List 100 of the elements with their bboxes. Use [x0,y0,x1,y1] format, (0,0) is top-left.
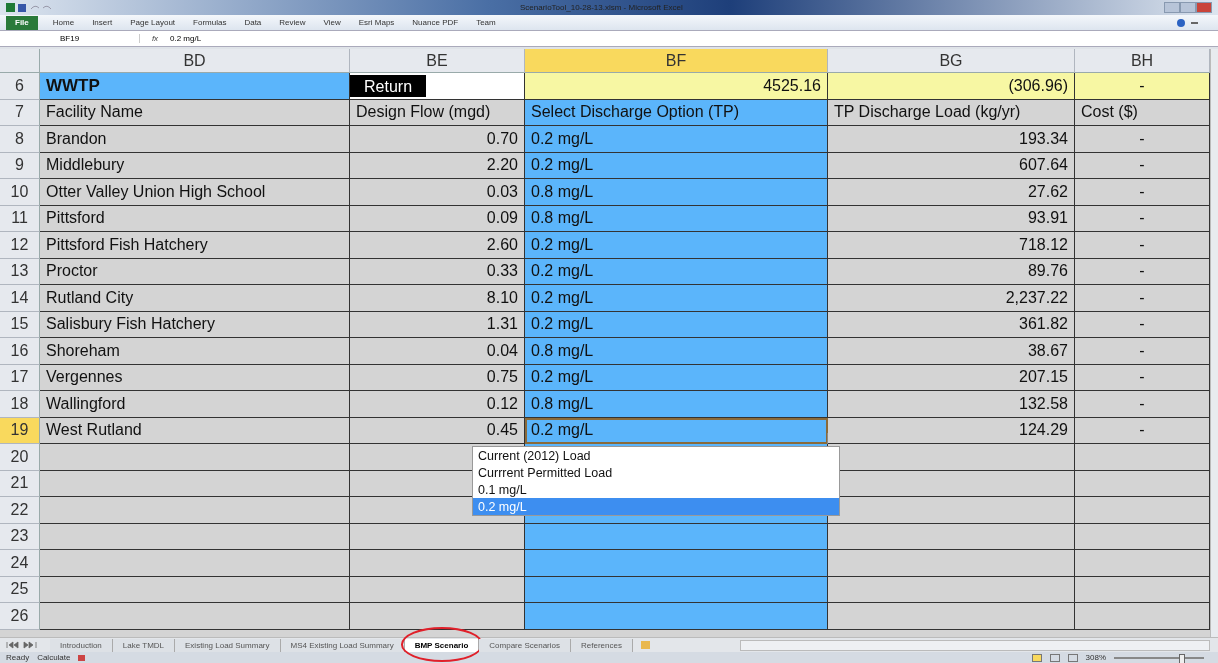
dropdown-cell[interactable]: 0.8 mg/L [525,179,828,206]
table-cell: - [1075,258,1210,285]
dropdown-cell[interactable]: 0.8 mg/L [525,338,828,365]
ribbon-tab[interactable]: View [314,18,350,27]
table-cell: - [1075,391,1210,418]
table-cell: Middlebury [40,152,350,179]
dropdown-cell[interactable]: 0.2 mg/L [525,417,828,444]
row-header[interactable]: 12 [0,232,40,259]
table-cell: 0.70 [350,126,525,153]
row-header[interactable]: 10 [0,179,40,206]
return-button[interactable]: Return [350,74,427,97]
row-header[interactable]: 15 [0,311,40,338]
table-cell: 0.04 [350,338,525,365]
dropdown-cell[interactable]: 0.8 mg/L [525,391,828,418]
status-text: Ready [6,653,30,662]
column-header[interactable]: BH [1075,49,1210,73]
horizontal-scrollbar[interactable] [739,639,1210,651]
row-header[interactable]: 9 [0,152,40,179]
maximize-icon[interactable] [1180,2,1196,13]
sheet-tab[interactable]: BMP Scenario [404,638,480,652]
sheet-tab[interactable]: Existing Load Summary [175,638,281,652]
ribbon-tab[interactable]: Formulas [184,18,236,27]
dropdown-cell[interactable]: 0.2 mg/L [525,364,828,391]
ribbon-tab[interactable]: Team [467,18,505,27]
save-icon[interactable] [18,3,26,12]
formula-field[interactable]: 0.2 mg/L [170,34,1218,43]
macro-record-icon[interactable] [78,654,86,661]
dropdown-option[interactable]: 0.1 mg/L [473,481,839,498]
sheet-navigation-icon[interactable] [6,641,40,649]
ribbon-tab[interactable]: Home [43,18,84,27]
row-header[interactable]: 7 [0,99,40,126]
page-layout-icon[interactable] [1049,653,1060,662]
row-header[interactable]: 26 [0,603,40,630]
sheet-tab[interactable]: Lake TMDL [112,638,175,652]
row-header[interactable]: 8 [0,126,40,153]
dropdown-cell[interactable]: 0.2 mg/L [525,152,828,179]
row-header[interactable]: 13 [0,258,40,285]
minimize-icon[interactable] [1191,21,1198,24]
table-cell: Proctor [40,258,350,285]
ribbon-tab[interactable]: Page Layout [121,18,185,27]
row-header[interactable]: 20 [0,444,40,471]
ribbon-tab[interactable]: Insert [83,18,122,27]
vertical-scrollbar[interactable] [1210,49,1218,637]
dropdown-cell[interactable]: 0.2 mg/L [525,232,828,259]
function-button[interactable]: fx [140,34,170,43]
sheet-tab[interactable]: MS4 Existing Load Summary [280,638,405,652]
dropdown-option[interactable]: Currrent Permitted Load [473,464,839,481]
zoom-slider-thumb[interactable] [1178,653,1185,663]
status-text: Calculate [37,653,71,662]
dropdown-cell[interactable]: 0.2 mg/L [525,285,828,312]
column-header[interactable]: BG [828,49,1075,73]
dropdown-cell[interactable]: 0.8 mg/L [525,205,828,232]
close-icon[interactable] [1196,2,1212,13]
dropdown-cell[interactable]: 0.2 mg/L [525,258,828,285]
column-label: TP Discharge Load (kg/yr) [828,99,1075,126]
window-title: ScenarioTool_10-28-13.xlsm - Microsoft Excel [520,3,683,12]
sheet-tab[interactable]: Introduction [50,638,113,652]
table-cell: 193.34 [828,126,1075,153]
row-header[interactable]: 17 [0,364,40,391]
table-cell: West Rutland [40,417,350,444]
table-cell: 1.31 [350,311,525,338]
table-cell: (306.96) [828,73,1075,100]
table-cell: 124.29 [828,417,1075,444]
table-cell: 607.64 [828,152,1075,179]
table-cell: Shoreham [40,338,350,365]
normal-view-icon[interactable] [1031,653,1042,662]
page-break-icon[interactable] [1067,653,1078,662]
row-header[interactable]: 11 [0,205,40,232]
sheet-tab[interactable]: References [571,638,633,652]
row-header[interactable]: 21 [0,470,40,497]
sheet-tab[interactable]: Compare Scenarios [479,638,571,652]
ribbon-tab[interactable]: Data [235,18,271,27]
table-cell: 2.60 [350,232,525,259]
row-header[interactable]: 16 [0,338,40,365]
table-cell: - [1075,311,1210,338]
row-header[interactable]: 25 [0,576,40,603]
row-header[interactable]: 14 [0,285,40,312]
select-all-corner[interactable] [0,49,40,73]
column-header[interactable]: BD [40,49,350,73]
row-header[interactable]: 22 [0,497,40,524]
column-header[interactable]: BF [525,49,828,73]
row-header[interactable]: 23 [0,523,40,550]
zoom-level[interactable]: 308% [1085,653,1106,662]
dropdown-cell[interactable]: 0.2 mg/L [525,311,828,338]
table-cell: Pittsford Fish Hatchery [40,232,350,259]
help-icon[interactable] [1177,18,1185,27]
column-header[interactable]: BE [350,49,525,73]
table-cell: 4525.16 [525,73,828,100]
ribbon-tab[interactable]: Review [270,18,315,27]
file-tab[interactable]: File [6,15,38,30]
row-header[interactable]: 18 [0,391,40,418]
dropdown-option[interactable]: Current (2012) Load [473,447,839,464]
ribbon-tab[interactable]: Esri Maps [349,18,404,27]
table-cell: - [1075,73,1210,100]
name-box[interactable]: BF19 [0,34,140,43]
row-header[interactable]: 19 [0,417,40,444]
row-header[interactable]: 24 [0,550,40,577]
row-header[interactable]: 6 [0,73,40,100]
ribbon-tab[interactable]: Nuance PDF [403,18,468,27]
dropdown-cell[interactable]: 0.2 mg/L [525,126,828,153]
